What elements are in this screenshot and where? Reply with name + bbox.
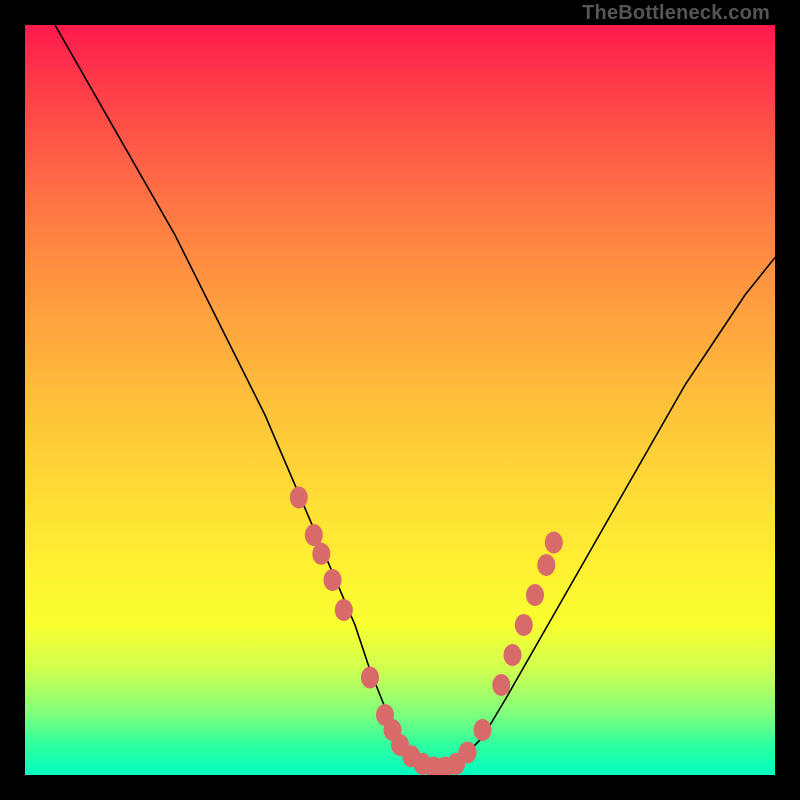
chart-frame: TheBottleneck.com xyxy=(0,0,800,800)
watermark-text: TheBottleneck.com xyxy=(582,2,770,25)
highlight-dot xyxy=(335,599,353,621)
highlight-dot xyxy=(324,569,342,591)
highlight-dot xyxy=(526,584,544,606)
highlight-dot xyxy=(312,543,330,565)
highlight-dot xyxy=(290,487,308,509)
highlight-dot xyxy=(305,524,323,546)
highlight-dot xyxy=(545,532,563,554)
chart-svg xyxy=(25,25,775,775)
highlight-dot xyxy=(474,719,492,741)
plot-area xyxy=(25,25,775,775)
highlight-dot xyxy=(459,742,477,764)
highlight-dot xyxy=(537,554,555,576)
highlight-dot xyxy=(504,644,522,666)
highlight-dot xyxy=(492,674,510,696)
highlight-dots xyxy=(290,487,563,776)
bottleneck-curve xyxy=(55,25,775,768)
highlight-dot xyxy=(515,614,533,636)
highlight-dot xyxy=(361,667,379,689)
